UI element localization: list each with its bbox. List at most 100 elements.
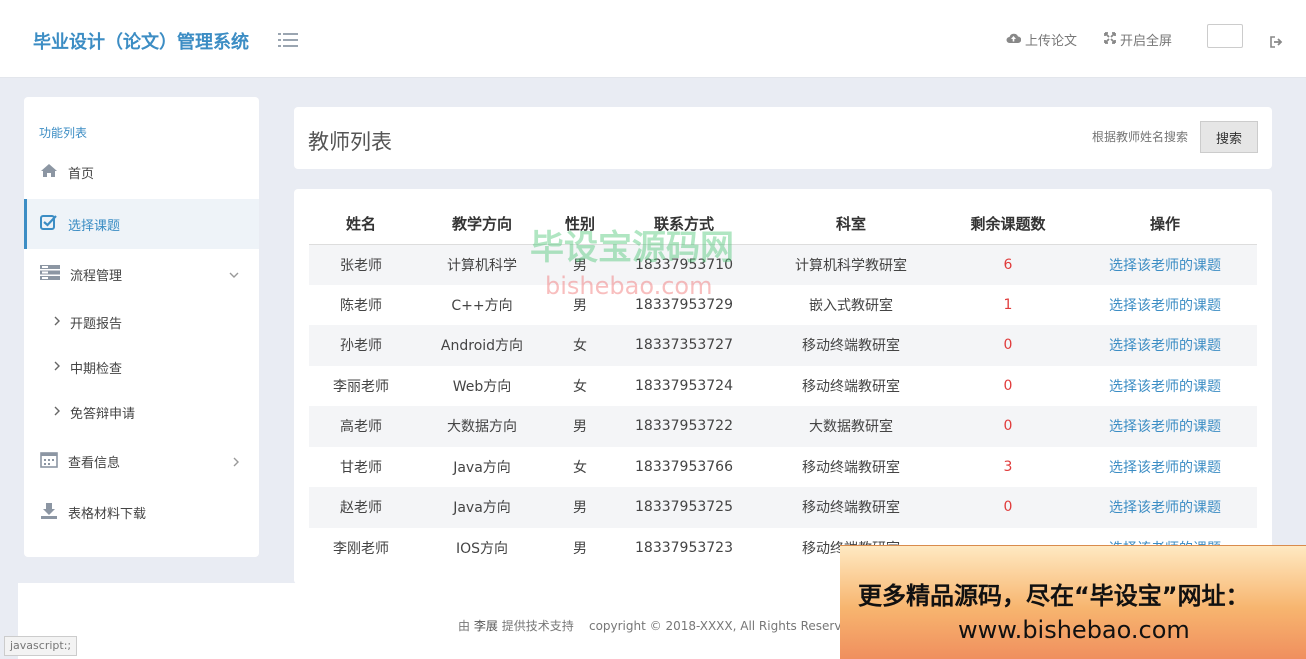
teaching-direction: IOS方向 bbox=[455, 540, 509, 557]
teacher-name: 张老师 bbox=[309, 244, 413, 285]
teacher-name: 陈老师 bbox=[340, 297, 382, 314]
sidebar-item-home[interactable]: 首页 bbox=[24, 147, 259, 197]
column-header: 姓名 bbox=[309, 204, 413, 245]
fullscreen-button[interactable]: 开启全屏 bbox=[1104, 30, 1172, 49]
phone: 18337953724 bbox=[635, 377, 733, 394]
chevron-right-icon bbox=[54, 360, 60, 375]
table-row: 李丽老师 Web方向 女 18337953724 移动终端教研室 0 选择该老师… bbox=[309, 366, 1257, 407]
list-icon bbox=[40, 264, 60, 284]
remaining-topics: 0 bbox=[943, 487, 1073, 528]
teacher-name: 甘老师 bbox=[340, 459, 382, 476]
sidebar: 功能列表 首页 选择课题 流程管理 开题报告 中期检查 免答辩申请 查看信息 表… bbox=[24, 97, 259, 557]
teaching-direction: Android方向 bbox=[413, 325, 551, 366]
cloud-upload-icon bbox=[1006, 32, 1022, 48]
department: 移动终端教研室 bbox=[759, 487, 943, 528]
table-row: 陈老师 C++方向 男 18337953729 嵌入式教研室 1 选择该老师的课… bbox=[309, 285, 1257, 326]
sidebar-item-label: 选择课题 bbox=[68, 218, 121, 234]
chevron-right-icon bbox=[54, 405, 60, 420]
remaining-topics: 0 bbox=[943, 406, 1073, 447]
select-teacher-topic-link[interactable]: 选择该老师的课题 bbox=[1073, 285, 1257, 326]
gender: 女 bbox=[573, 378, 587, 395]
column-header: 操作 bbox=[1073, 204, 1257, 245]
remaining-topics: 6 bbox=[943, 244, 1073, 285]
teaching-direction: C++方向 bbox=[451, 297, 513, 314]
teacher-name: 赵老师 bbox=[309, 487, 413, 528]
promo-line-2: www.bishebao.com bbox=[958, 616, 1190, 644]
footer-copyright: copyright © 2018-XXXX, All Rights Reserv… bbox=[588, 619, 857, 633]
select-teacher-topic-link[interactable]: 选择该老师的课题 bbox=[1073, 447, 1257, 488]
gender: 女 bbox=[573, 459, 587, 476]
search-button[interactable]: 搜索 bbox=[1200, 121, 1258, 153]
fullscreen-label: 开启全屏 bbox=[1120, 34, 1173, 49]
phone: 18337953722 bbox=[609, 406, 759, 447]
footer-text: 由 李展 提供技术支持 copyright © 2018-XXXX, All R… bbox=[458, 617, 856, 634]
teacher-name: 孙老师 bbox=[309, 325, 413, 366]
sidebar-item-label: 免答辩申请 bbox=[70, 406, 136, 422]
sidebar-item-midterm[interactable]: 中期检查 bbox=[24, 347, 259, 387]
table-row: 高老师 大数据方向 男 18337953722 大数据教研室 0 选择该老师的课… bbox=[309, 406, 1257, 447]
app-title[interactable]: 毕业设计（论文）管理系统 bbox=[33, 28, 249, 54]
chevron-right-icon bbox=[233, 456, 239, 471]
phone: 18337953725 bbox=[609, 487, 759, 528]
select-teacher-topic-link[interactable]: 选择该老师的课题 bbox=[1073, 366, 1257, 407]
select-teacher-topic-link[interactable]: 选择该老师的课题 bbox=[1073, 244, 1257, 285]
menu-toggle-icon[interactable] bbox=[278, 32, 298, 48]
phone: 18337953723 bbox=[635, 539, 733, 556]
remaining-topics: 3 bbox=[1003, 458, 1013, 475]
sidebar-item-label: 表格材料下载 bbox=[68, 506, 147, 522]
download-icon bbox=[40, 502, 58, 523]
sidebar-item-select-topic[interactable]: 选择课题 bbox=[24, 199, 259, 249]
column-header: 科室 bbox=[759, 204, 943, 245]
teaching-direction: Java方向 bbox=[453, 459, 511, 476]
sidebar-item-defense-exemption[interactable]: 免答辩申请 bbox=[24, 392, 259, 432]
table-row: 张老师 计算机科学 男 18337953710 计算机科学教研室 6 选择该老师… bbox=[309, 244, 1257, 285]
select-teacher-topic-link[interactable]: 选择该老师的课题 bbox=[1073, 406, 1257, 447]
gender: 男 bbox=[551, 487, 609, 528]
expand-icon bbox=[1104, 31, 1116, 48]
gender: 男 bbox=[551, 406, 609, 447]
department: 移动终端教研室 bbox=[802, 459, 900, 476]
table-row: 孙老师 Android方向 女 18337353727 移动终端教研室 0 选择… bbox=[309, 325, 1257, 366]
promo-banner[interactable]: 更多精品源码，尽在“毕设宝”网址： www.bishebao.com bbox=[840, 545, 1306, 659]
sidebar-item-label: 流程管理 bbox=[70, 268, 123, 284]
home-icon bbox=[40, 163, 58, 182]
department: 移动终端教研室 bbox=[802, 378, 900, 395]
sidebar-item-downloads[interactable]: 表格材料下载 bbox=[24, 487, 259, 537]
watermark-chinese: 毕设宝源码网 bbox=[530, 228, 734, 268]
page-header-card: 教师列表 搜索 bbox=[294, 107, 1272, 169]
select-teacher-topic-link[interactable]: 选择该老师的课题 bbox=[1073, 487, 1257, 528]
footer-prefix: 由 bbox=[458, 619, 471, 633]
column-header: 剩余课题数 bbox=[943, 204, 1073, 245]
teaching-direction: Web方向 bbox=[452, 378, 512, 395]
sidebar-item-process[interactable]: 流程管理 bbox=[24, 249, 259, 299]
teaching-direction: Java方向 bbox=[413, 487, 551, 528]
avatar[interactable] bbox=[1207, 24, 1243, 48]
select-teacher-topic-link[interactable]: 选择该老师的课题 bbox=[1073, 325, 1257, 366]
table-row: 赵老师 Java方向 男 18337953725 移动终端教研室 0 选择该老师… bbox=[309, 487, 1257, 528]
phone: 18337353727 bbox=[609, 325, 759, 366]
department: 移动终端教研室 bbox=[759, 325, 943, 366]
footer-suffix: 提供技术支持 bbox=[501, 619, 574, 633]
remaining-topics: 0 bbox=[943, 325, 1073, 366]
department: 大数据教研室 bbox=[759, 406, 943, 447]
upload-paper-label: 上传论文 bbox=[1025, 34, 1078, 49]
sidebar-item-view-info[interactable]: 查看信息 bbox=[24, 436, 259, 486]
teacher-search-input[interactable] bbox=[1078, 121, 1198, 153]
logout-icon[interactable] bbox=[1270, 33, 1284, 52]
top-navbar: 毕业设计（论文）管理系统 上传论文 开启全屏 bbox=[0, 0, 1306, 78]
footer-author-link[interactable]: 李展 bbox=[474, 619, 498, 633]
watermark-domain: bishebao.com bbox=[545, 272, 713, 300]
sidebar-item-label: 首页 bbox=[68, 166, 95, 182]
chevron-down-icon bbox=[229, 267, 239, 282]
sidebar-section-title: 功能列表 bbox=[39, 126, 88, 140]
promo-line-1: 更多精品源码，尽在“毕设宝”网址： bbox=[858, 582, 1250, 610]
department: 计算机科学教研室 bbox=[759, 244, 943, 285]
teacher-name: 李刚老师 bbox=[333, 540, 389, 557]
sidebar-item-label: 查看信息 bbox=[68, 455, 121, 471]
teacher-name: 李丽老师 bbox=[333, 378, 389, 395]
sidebar-item-proposal[interactable]: 开题报告 bbox=[24, 302, 259, 342]
teacher-name: 高老师 bbox=[309, 406, 413, 447]
phone: 18337953766 bbox=[635, 458, 733, 475]
gender: 女 bbox=[551, 325, 609, 366]
upload-paper-button[interactable]: 上传论文 bbox=[1006, 30, 1077, 49]
